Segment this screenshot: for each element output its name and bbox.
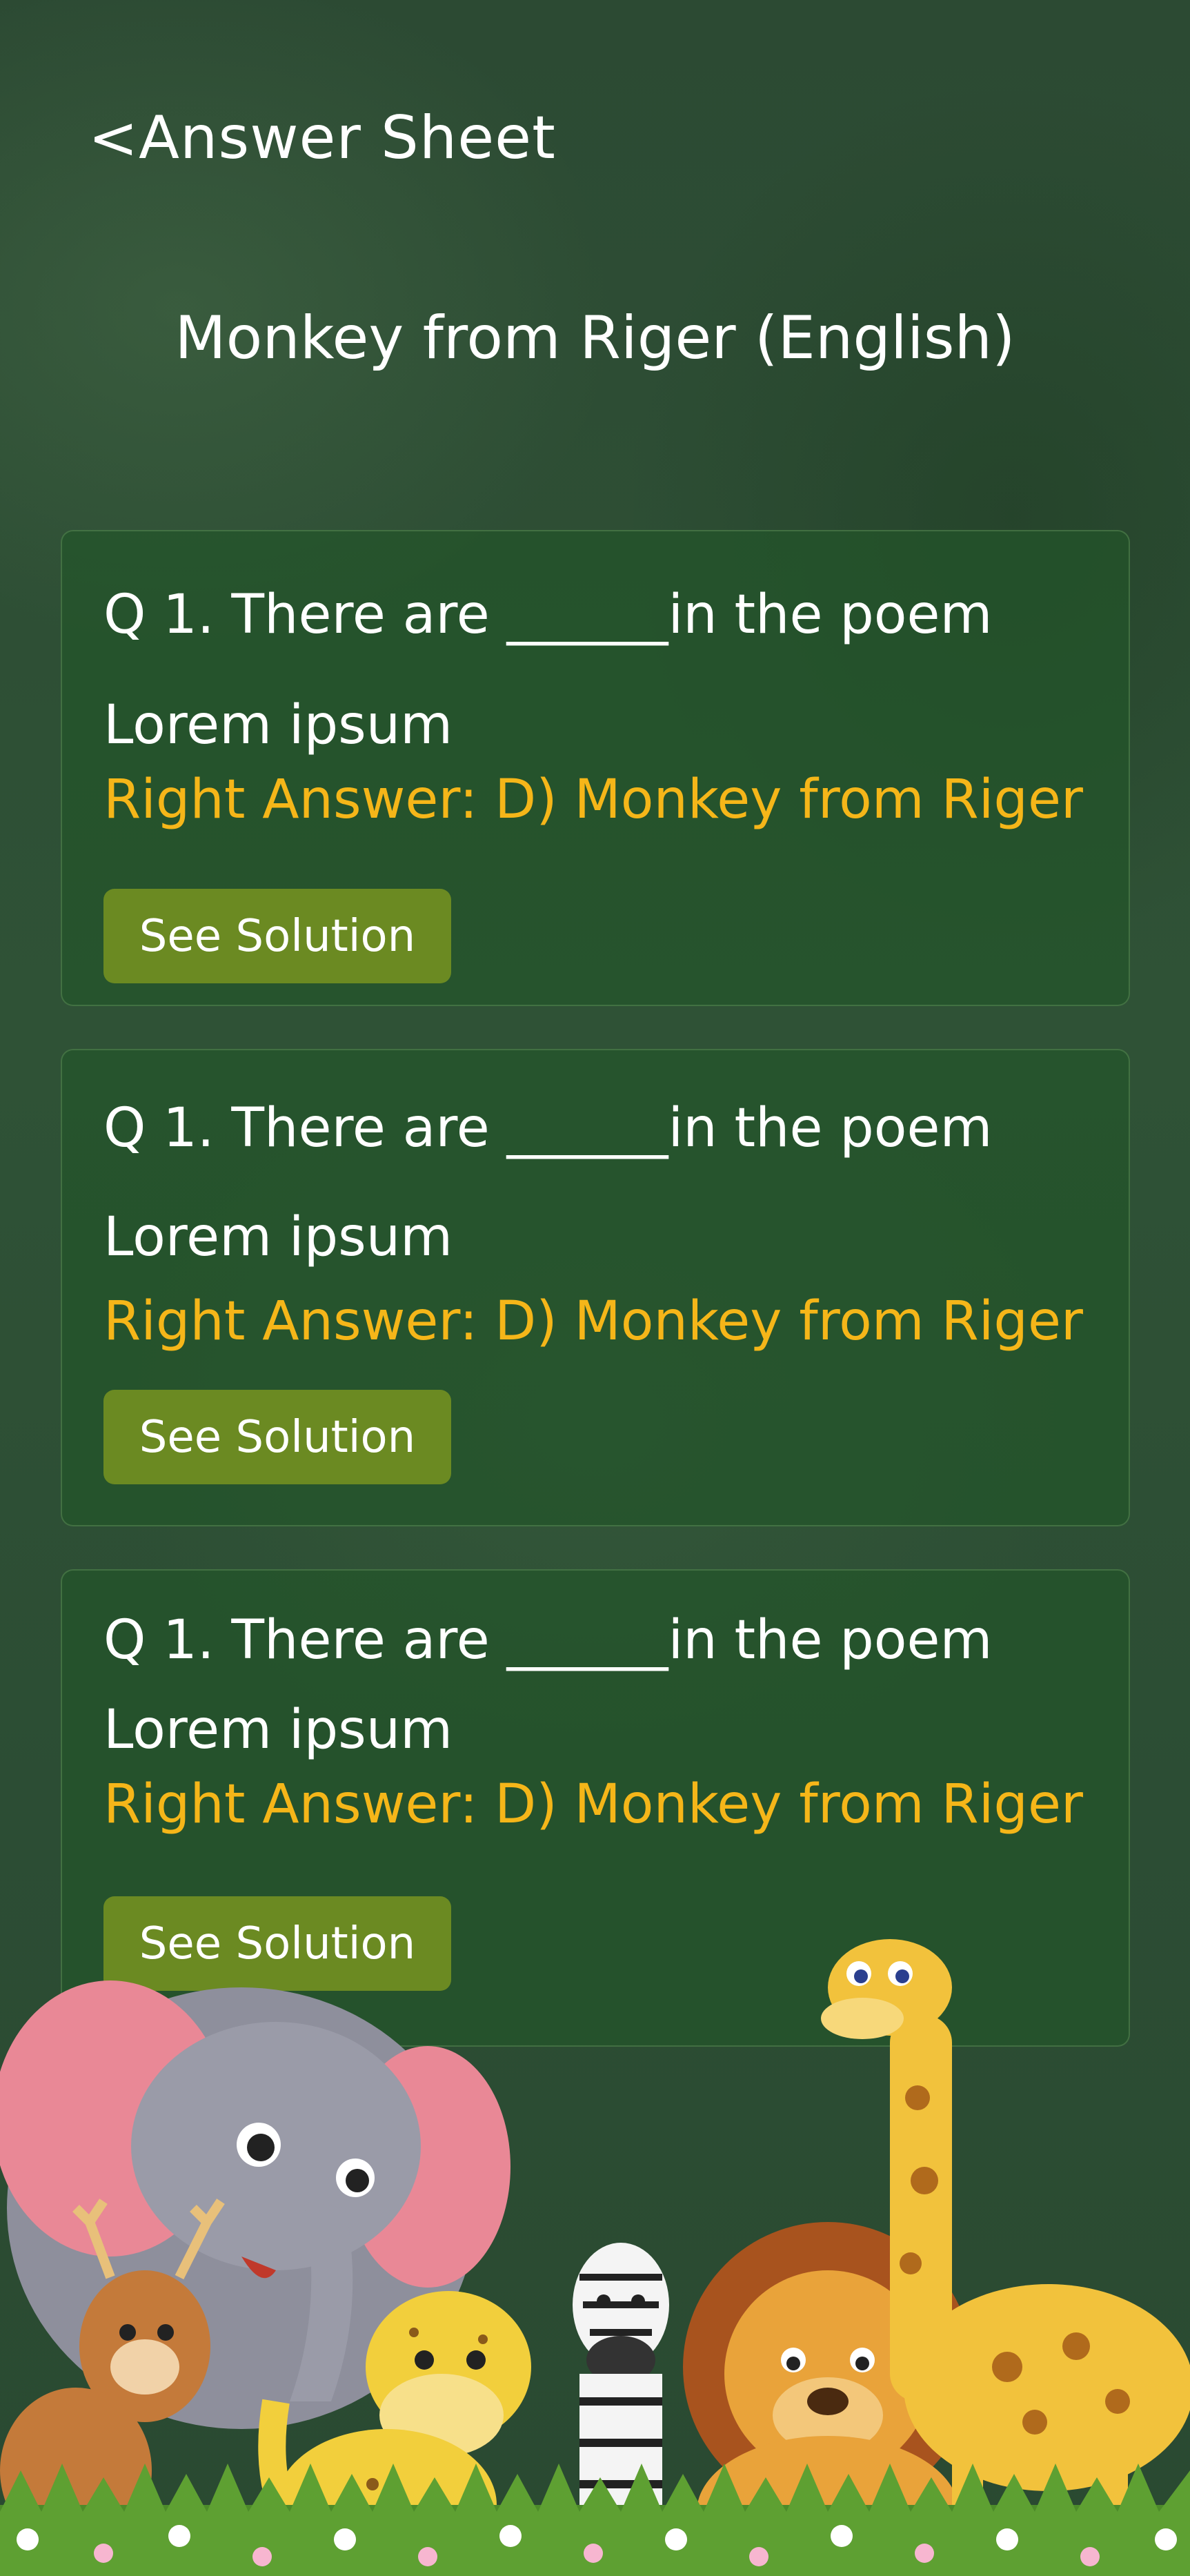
- header-title: Answer Sheet: [139, 104, 556, 173]
- right-answer: Right Answer: D) Monkey from Riger: [103, 1290, 1083, 1353]
- see-solution-button[interactable]: See Solution: [103, 889, 451, 983]
- right-answer: Right Answer: D) Monkey from Riger: [103, 769, 1083, 831]
- page-header: <Answer Sheet: [88, 104, 556, 173]
- see-solution-button[interactable]: See Solution: [103, 1390, 451, 1484]
- right-answer: Right Answer: D) Monkey from Riger: [103, 1773, 1083, 1836]
- back-icon[interactable]: <: [88, 104, 139, 173]
- page-title: Monkey from Riger (English): [175, 304, 1015, 373]
- question-card: Q 1. There are ______in the poem Lorem i…: [61, 1049, 1130, 1526]
- question-text: Q 1. There are ______in the poem: [103, 1609, 993, 1671]
- question-text: Q 1. There are ______in the poem: [103, 584, 993, 646]
- question-text: Q 1. There are ______in the poem: [103, 1097, 993, 1159]
- jungle-animals-illustration: [0, 1939, 1190, 2576]
- question-card: Q 1. There are ______in the poem Lorem i…: [61, 530, 1130, 1006]
- answer-option: Lorem ipsum: [103, 694, 453, 756]
- answer-option: Lorem ipsum: [103, 1699, 453, 1761]
- answer-option: Lorem ipsum: [103, 1206, 453, 1268]
